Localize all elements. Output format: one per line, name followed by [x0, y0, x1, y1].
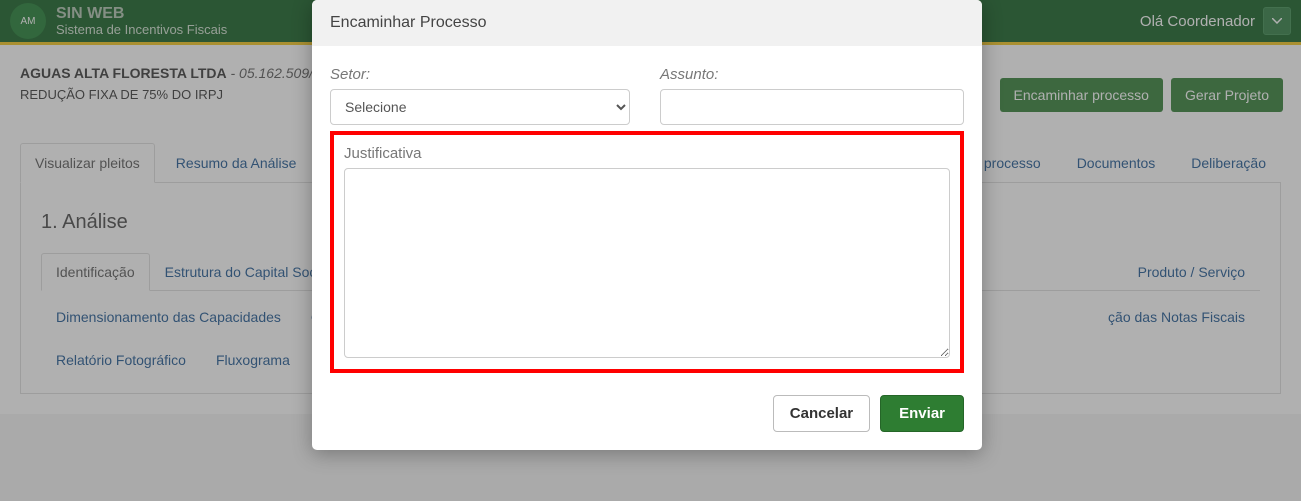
- setor-select[interactable]: Selecione: [330, 89, 630, 125]
- justificativa-label: Justificativa: [344, 145, 950, 162]
- cancel-button[interactable]: Cancelar: [773, 395, 870, 432]
- justificativa-highlight: Justificativa: [330, 131, 964, 373]
- modal-title: Encaminhar Processo: [312, 0, 982, 46]
- assunto-input[interactable]: [660, 89, 964, 125]
- assunto-label: Assunto:: [660, 66, 964, 83]
- send-button[interactable]: Enviar: [880, 395, 964, 432]
- forward-process-modal: Encaminhar Processo Setor: Selecione Ass…: [312, 0, 982, 450]
- justificativa-textarea[interactable]: [344, 168, 950, 358]
- setor-label: Setor:: [330, 66, 630, 83]
